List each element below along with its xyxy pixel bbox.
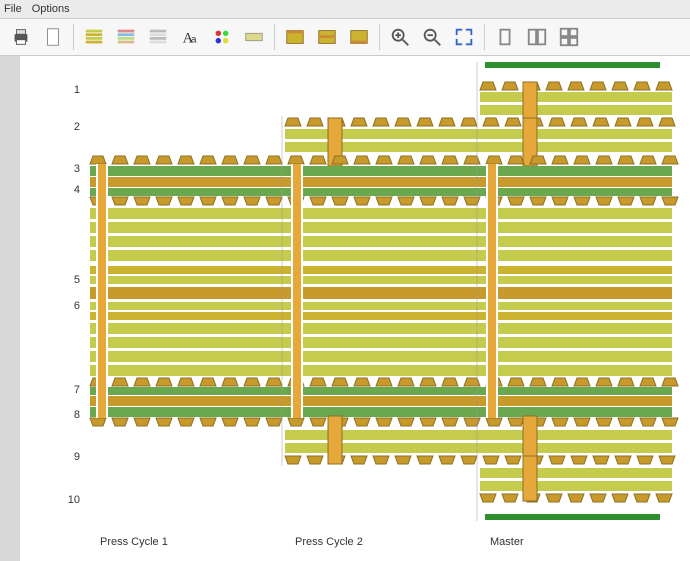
highlight-2-button[interactable] bbox=[312, 22, 342, 52]
blank-page-button[interactable] bbox=[38, 22, 68, 52]
highlight-icon bbox=[284, 26, 306, 48]
page-icon bbox=[42, 26, 64, 48]
color-legend-button[interactable] bbox=[207, 22, 237, 52]
stackup-icon bbox=[83, 26, 105, 48]
toolbar-separator bbox=[484, 24, 485, 50]
grid-view-button[interactable] bbox=[554, 22, 584, 52]
single-column-icon bbox=[494, 26, 516, 48]
menubar: File Options bbox=[0, 0, 690, 19]
menu-file[interactable]: File bbox=[4, 3, 22, 15]
stackup-canvas[interactable]: 1 2 3 4 5 6 7 8 9 10 Press Cycle 1 Press… bbox=[20, 56, 690, 561]
zoom-in-button[interactable] bbox=[385, 22, 415, 52]
toolbar: Aa bbox=[0, 19, 690, 56]
labels-button[interactable]: Aa bbox=[175, 22, 205, 52]
zoom-out-button[interactable] bbox=[417, 22, 447, 52]
left-gutter bbox=[0, 56, 21, 561]
toolbar-separator bbox=[379, 24, 380, 50]
grid-icon bbox=[558, 26, 580, 48]
single-column-button[interactable] bbox=[490, 22, 520, 52]
stackup-view-1-button[interactable] bbox=[79, 22, 109, 52]
toolbar-separator bbox=[73, 24, 74, 50]
highlight-1-button[interactable] bbox=[280, 22, 310, 52]
stackup-icon bbox=[115, 26, 137, 48]
stackup-drawing bbox=[20, 56, 690, 561]
fit-icon bbox=[453, 26, 475, 48]
double-column-icon bbox=[526, 26, 548, 48]
palette-icon bbox=[211, 26, 233, 48]
highlight-icon bbox=[348, 26, 370, 48]
double-column-button[interactable] bbox=[522, 22, 552, 52]
zoom-in-icon bbox=[389, 26, 411, 48]
fit-window-button[interactable] bbox=[449, 22, 479, 52]
highlight-3-button[interactable] bbox=[344, 22, 374, 52]
text-icon: Aa bbox=[179, 26, 201, 48]
stackup-view-2-button[interactable] bbox=[111, 22, 141, 52]
zoom-out-icon bbox=[421, 26, 443, 48]
menu-options[interactable]: Options bbox=[32, 3, 70, 15]
svg-text:a: a bbox=[191, 35, 197, 46]
toolbar-separator bbox=[274, 24, 275, 50]
workspace: 1 2 3 4 5 6 7 8 9 10 Press Cycle 1 Press… bbox=[0, 56, 690, 561]
print-button[interactable] bbox=[6, 22, 36, 52]
printer-icon bbox=[10, 26, 32, 48]
stackup-icon bbox=[147, 26, 169, 48]
annotate-icon bbox=[243, 26, 265, 48]
annotate-button[interactable] bbox=[239, 22, 269, 52]
stackup-view-3-button[interactable] bbox=[143, 22, 173, 52]
highlight-icon bbox=[316, 26, 338, 48]
